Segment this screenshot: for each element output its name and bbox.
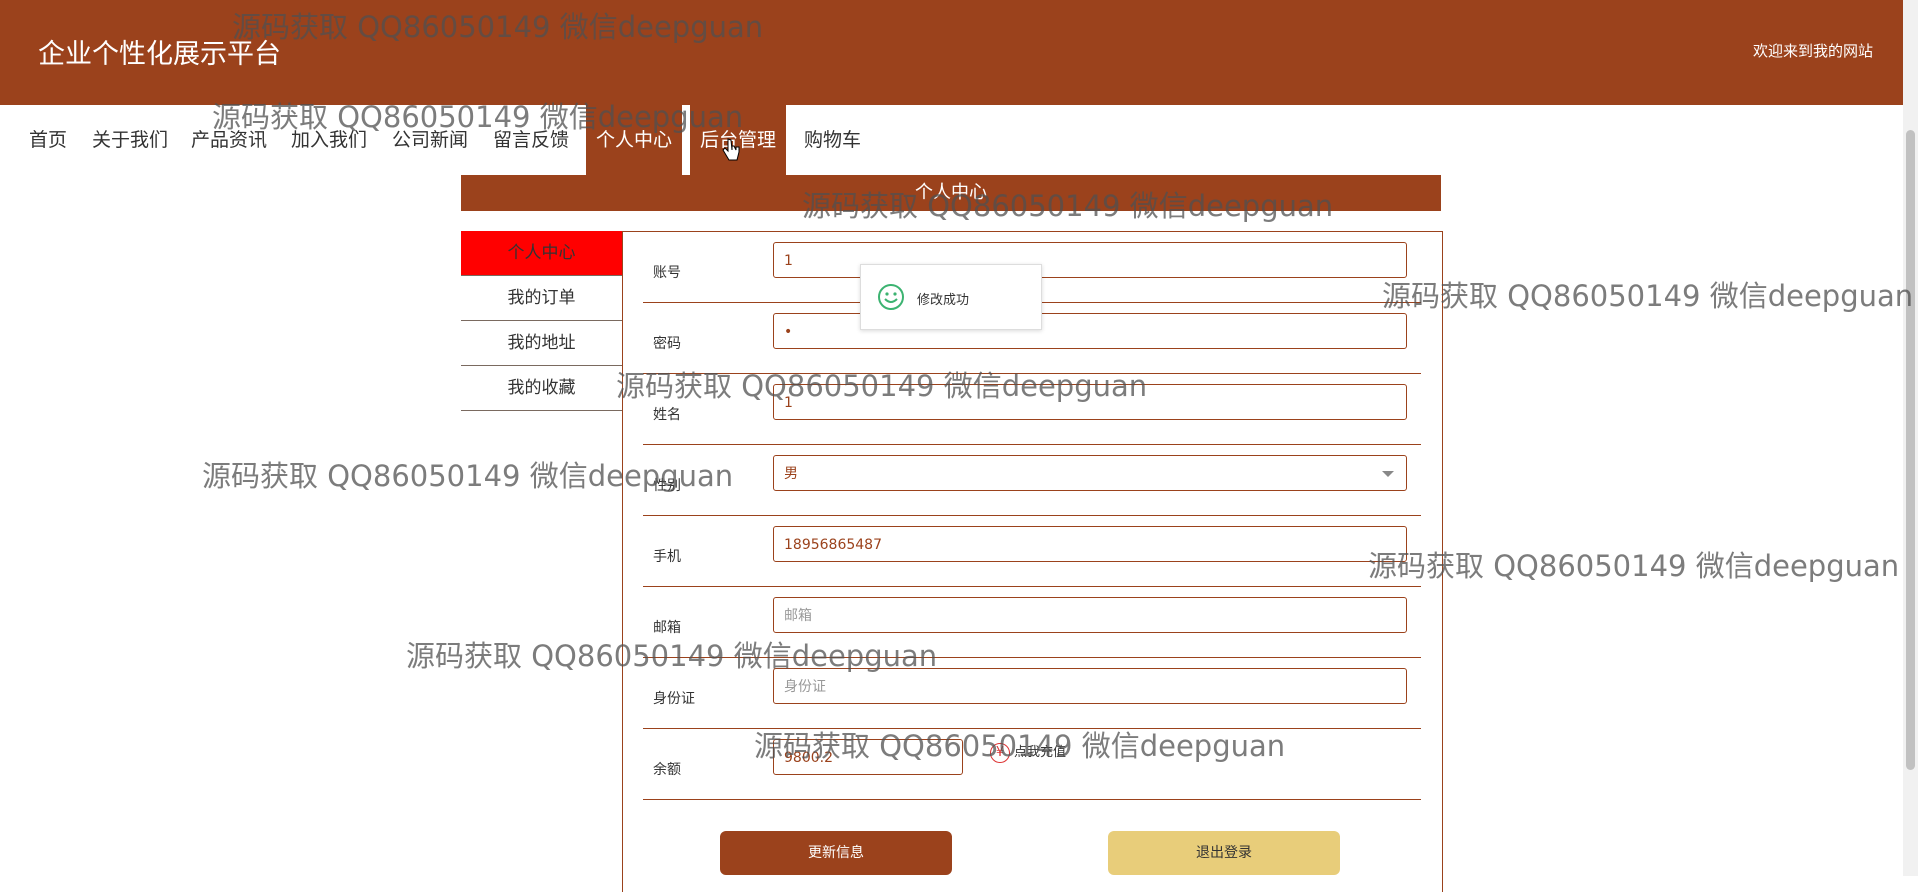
sidebar-item-addresses[interactable]: 我的地址 bbox=[461, 321, 622, 366]
name-input[interactable]: 1 bbox=[773, 384, 1407, 420]
nav-feedback[interactable]: 留言反馈 bbox=[483, 105, 579, 175]
scrollbar-thumb[interactable] bbox=[1906, 130, 1915, 770]
sidebar-item-orders[interactable]: 我的订单 bbox=[461, 276, 622, 321]
recharge-link[interactable]: ¥ 点我充值 bbox=[990, 741, 1066, 763]
phone-label: 手机 bbox=[653, 549, 681, 565]
site-header: 企业个性化展示平台 欢迎来到我的网站 bbox=[0, 0, 1903, 105]
update-info-button[interactable]: 更新信息 bbox=[720, 831, 952, 875]
profile-form: 账号 1 密码 • 姓名 1 性别 男 手机 18956865487 邮箱 邮箱… bbox=[622, 231, 1443, 892]
form-row-email: 邮箱 邮箱 bbox=[643, 587, 1421, 658]
form-row-gender: 性别 男 bbox=[643, 445, 1421, 516]
main-nav: 首页 关于我们 产品资讯 加入我们 公司新闻 留言反馈 个人中心 后台管理 购物… bbox=[0, 105, 1903, 175]
balance-input[interactable]: 9800.2 bbox=[773, 739, 963, 775]
watermark: 源码获取 QQ86050149 微信deepguan bbox=[1368, 549, 1900, 583]
nav-about[interactable]: 关于我们 bbox=[82, 105, 178, 175]
sidebar-item-personal-center[interactable]: 个人中心 bbox=[461, 231, 622, 276]
gender-select[interactable]: 男 bbox=[773, 455, 1407, 491]
email-label: 邮箱 bbox=[653, 620, 681, 636]
nav-products[interactable]: 产品资讯 bbox=[181, 105, 277, 175]
idcard-label: 身份证 bbox=[653, 691, 695, 707]
name-label: 姓名 bbox=[653, 407, 681, 423]
nav-cart[interactable]: 购物车 bbox=[794, 105, 871, 175]
watermark: 源码获取 QQ86050149 微信deepguan bbox=[1382, 279, 1914, 313]
idcard-input[interactable]: 身份证 bbox=[773, 668, 1407, 704]
email-input[interactable]: 邮箱 bbox=[773, 597, 1407, 633]
hand-cursor-icon bbox=[722, 138, 740, 161]
smile-icon bbox=[878, 284, 904, 310]
phone-input[interactable]: 18956865487 bbox=[773, 526, 1407, 562]
page-scrollbar[interactable] bbox=[1903, 0, 1918, 876]
sidebar: 个人中心 我的订单 我的地址 我的收藏 bbox=[461, 231, 622, 411]
success-toast: 修改成功 bbox=[860, 264, 1042, 330]
yen-icon: ¥ bbox=[990, 743, 1010, 763]
balance-label: 余额 bbox=[653, 762, 681, 778]
site-title: 企业个性化展示平台 bbox=[38, 39, 281, 70]
gender-label: 性别 bbox=[653, 478, 681, 494]
form-row-idcard: 身份证 身份证 bbox=[643, 658, 1421, 729]
nav-join[interactable]: 加入我们 bbox=[281, 105, 377, 175]
section-title-banner: 个人中心 bbox=[461, 175, 1441, 211]
nav-personal-center[interactable]: 个人中心 bbox=[586, 105, 683, 175]
form-row-balance: 余额 9800.2 ¥ 点我充值 bbox=[643, 729, 1421, 800]
toast-message: 修改成功 bbox=[917, 293, 970, 308]
form-row-name: 姓名 1 bbox=[643, 374, 1421, 445]
gender-selected-value: 男 bbox=[784, 466, 798, 482]
chevron-down-icon bbox=[1382, 471, 1394, 477]
account-label: 账号 bbox=[653, 265, 681, 281]
logout-button[interactable]: 退出登录 bbox=[1108, 831, 1340, 875]
recharge-label: 点我充值 bbox=[1014, 745, 1067, 760]
nav-home[interactable]: 首页 bbox=[19, 105, 77, 175]
sidebar-item-favorites[interactable]: 我的收藏 bbox=[461, 366, 622, 411]
form-row-phone: 手机 18956865487 bbox=[643, 516, 1421, 587]
nav-news[interactable]: 公司新闻 bbox=[382, 105, 478, 175]
password-label: 密码 bbox=[653, 336, 681, 352]
welcome-text: 欢迎来到我的网站 bbox=[1752, 42, 1873, 60]
